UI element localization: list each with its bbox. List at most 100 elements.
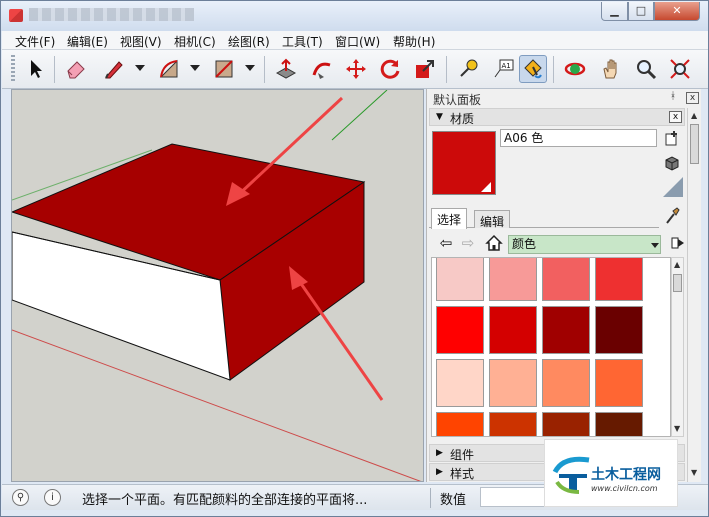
eyedropper-icon[interactable] <box>664 207 680 225</box>
material-tabs: 选择 编辑 <box>429 208 659 229</box>
color-swatch[interactable] <box>542 359 590 407</box>
maximize-button[interactable]: □ <box>628 2 654 21</box>
color-swatch[interactable] <box>489 359 537 407</box>
zoom-tool-icon[interactable] <box>632 55 660 83</box>
orbit-tool-icon[interactable] <box>561 55 589 83</box>
tape-measure-tool-icon[interactable] <box>454 55 482 83</box>
menu-view[interactable]: 视图(V) <box>120 33 162 50</box>
sample-paint-icon[interactable] <box>662 176 684 198</box>
components-title: 组件 <box>450 448 475 462</box>
material-name-field[interactable]: A06 色 <box>500 129 657 147</box>
pencil-line-tool-icon[interactable] <box>100 55 128 83</box>
scroll-down-icon[interactable]: ▼ <box>691 468 697 477</box>
menu-edit[interactable]: 编辑(E) <box>67 33 108 50</box>
model-scene[interactable] <box>12 90 424 482</box>
menu-draw[interactable]: 绘图(R) <box>228 33 270 50</box>
styles-title: 样式 <box>450 467 475 481</box>
measurements-input[interactable] <box>480 487 545 507</box>
sketchup-app-icon <box>9 9 23 22</box>
toolbar-separator <box>54 56 55 83</box>
scroll-down-icon[interactable]: ▼ <box>674 424 680 433</box>
collapse-triangle-icon[interactable]: ▼ <box>436 112 443 122</box>
color-swatch[interactable] <box>436 359 484 407</box>
geolocation-icon[interactable]: ⚲ <box>12 489 29 506</box>
color-swatch[interactable] <box>436 306 484 354</box>
pan-tool-icon[interactable] <box>597 55 625 83</box>
back-arrow-icon[interactable]: ⇦ <box>437 234 455 252</box>
window-title-blurred <box>29 8 194 21</box>
menu-window[interactable]: 窗口(W) <box>335 33 380 50</box>
menu-file[interactable]: 文件(F) <box>15 33 55 50</box>
main-toolbar: A1 <box>2 50 708 89</box>
expand-triangle-icon[interactable]: ▶ <box>436 448 443 458</box>
text-tool-label: A1 <box>502 62 511 70</box>
zoom-extents-tool-icon[interactable] <box>666 55 694 83</box>
tray-scrollbar[interactable]: ▲ ▼ <box>687 108 701 482</box>
pin-icon[interactable]: ᚼ <box>670 91 676 102</box>
status-text: 选择一个平面。有匹配颜料的全部连接的平面将... <box>82 493 368 508</box>
paint-bucket-tool-icon[interactable] <box>519 55 547 83</box>
model-materials-icon[interactable] <box>664 155 680 171</box>
default-tray: 默认面板 ᚼ x ▼ 材质 x A06 色 选择 编辑 ⇦ ⇨ 颜色 ▲ ▼ ▶… <box>426 89 701 482</box>
expand-triangle-icon[interactable]: ▶ <box>436 467 443 477</box>
3d-viewport[interactable] <box>11 89 424 482</box>
tray-header: 默认面板 ᚼ x <box>427 89 702 107</box>
home-icon[interactable] <box>485 234 503 252</box>
toolbar-separator <box>553 56 554 83</box>
chevron-down-icon[interactable] <box>245 65 255 71</box>
create-material-icon[interactable] <box>664 130 680 146</box>
color-swatch[interactable] <box>542 412 590 436</box>
details-arrow-icon[interactable] <box>669 234 687 252</box>
menu-help[interactable]: 帮助(H) <box>393 33 435 50</box>
menu-camera[interactable]: 相机(C) <box>174 33 216 50</box>
close-button[interactable]: ✕ <box>654 2 700 21</box>
color-swatch[interactable] <box>595 306 643 354</box>
color-swatch[interactable] <box>489 412 537 436</box>
color-swatch[interactable] <box>542 306 590 354</box>
rectangle-tool-icon[interactable] <box>210 55 238 83</box>
color-swatch[interactable] <box>489 258 537 301</box>
swatch-scrollbar[interactable]: ▲ ▼ <box>671 257 684 437</box>
measurements-label: 数值 <box>440 493 467 508</box>
tab-edit[interactable]: 编辑 <box>474 210 511 229</box>
watermark-name: 土木工程网 <box>591 467 661 483</box>
tray-close-icon[interactable]: x <box>686 92 699 104</box>
follow-me-tool-icon[interactable] <box>308 55 336 83</box>
text-tool-icon[interactable]: A1 <box>489 55 517 83</box>
color-swatch[interactable] <box>436 412 484 436</box>
color-swatch[interactable] <box>595 359 643 407</box>
select-tool-icon[interactable] <box>22 55 50 83</box>
chevron-down-icon[interactable] <box>135 65 145 71</box>
scroll-up-icon[interactable]: ▲ <box>674 260 680 269</box>
scroll-thumb[interactable] <box>690 124 699 164</box>
color-swatch[interactable] <box>489 306 537 354</box>
materials-section-header[interactable]: ▼ 材质 <box>429 108 685 126</box>
toolbar-grip[interactable] <box>11 55 15 83</box>
minimize-button[interactable]: ▁ <box>601 2 628 21</box>
swatch-grid-container <box>431 257 671 437</box>
info-icon[interactable]: i <box>44 489 61 506</box>
forward-arrow-icon[interactable]: ⇨ <box>459 234 477 252</box>
materials-close-icon[interactable]: x <box>669 111 682 123</box>
app-window: ▁ □ ✕ 文件(F) 编辑(E) 视图(V) 相机(C) 绘图(R) 工具(T… <box>0 0 709 517</box>
tab-select[interactable]: 选择 <box>431 208 468 229</box>
push-pull-tool-icon[interactable] <box>272 55 300 83</box>
scroll-thumb[interactable] <box>673 274 682 292</box>
chevron-down-icon[interactable] <box>651 243 659 248</box>
chevron-down-icon[interactable] <box>190 65 200 71</box>
color-swatch[interactable] <box>595 258 643 301</box>
toolbar-separator <box>446 56 447 83</box>
material-nav-row: ⇦ ⇨ 颜色 <box>429 231 699 255</box>
watermark-logo: 土木工程网 www.civilcn.com <box>544 439 678 507</box>
eraser-tool-icon[interactable] <box>62 55 90 83</box>
scroll-up-icon[interactable]: ▲ <box>691 111 697 120</box>
move-tool-icon[interactable] <box>342 55 370 83</box>
rotate-tool-icon[interactable] <box>376 55 404 83</box>
collection-select[interactable]: 颜色 <box>508 235 661 254</box>
color-swatch[interactable] <box>436 258 484 301</box>
scale-tool-icon[interactable] <box>411 55 439 83</box>
arc-tool-icon[interactable] <box>155 55 183 83</box>
color-swatch[interactable] <box>542 258 590 301</box>
menu-tools[interactable]: 工具(T) <box>282 33 323 50</box>
color-swatch[interactable] <box>595 412 643 436</box>
